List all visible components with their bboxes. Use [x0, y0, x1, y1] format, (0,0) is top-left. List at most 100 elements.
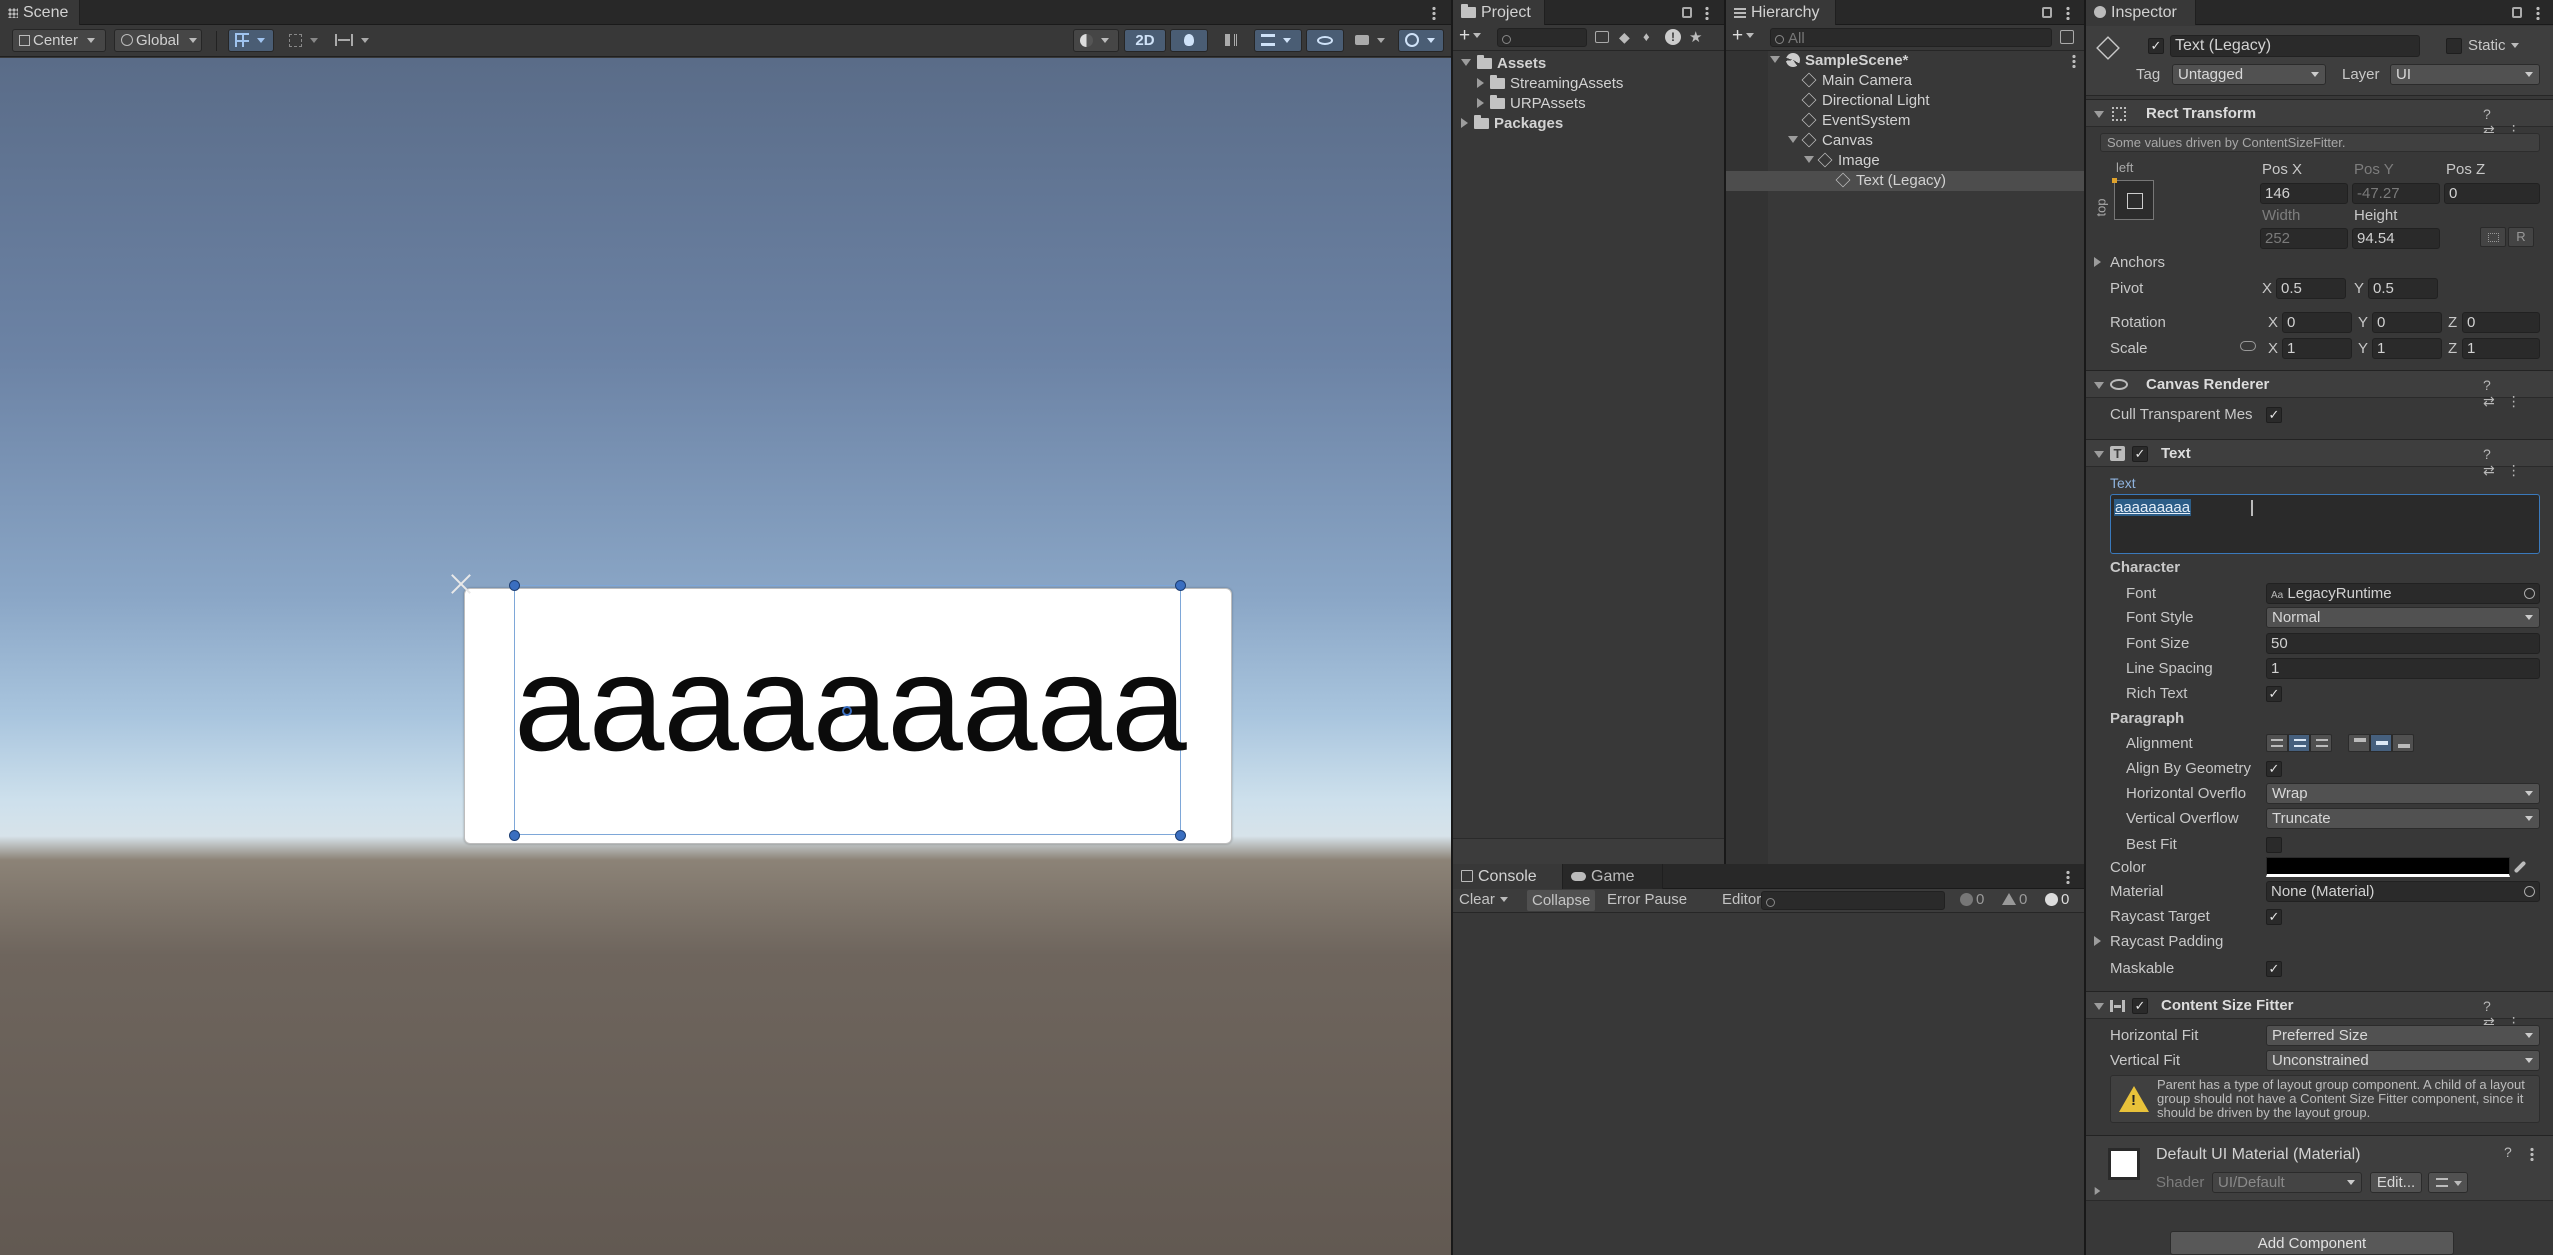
- lighting-toggle-button[interactable]: [1170, 29, 1208, 52]
- alignment-middle-button[interactable]: [2370, 734, 2392, 752]
- alignment-center-button[interactable]: [2288, 734, 2310, 752]
- tree-item-packages[interactable]: Packages: [1461, 114, 1563, 134]
- tree-item-streamingassets[interactable]: StreamingAssets: [1477, 74, 1623, 94]
- tab-inspector[interactable]: Inspector: [2086, 0, 2196, 25]
- rich-text-checkbox[interactable]: ✓: [2266, 686, 2282, 702]
- lock-icon[interactable]: [2512, 7, 2522, 18]
- tree-item-canvas[interactable]: Canvas: [1788, 131, 1873, 151]
- grid-snap-button[interactable]: [228, 29, 274, 52]
- object-picker-icon[interactable]: [2524, 588, 2535, 599]
- alignment-bottom-button[interactable]: [2392, 734, 2414, 752]
- gizmos-button[interactable]: [1398, 29, 1444, 52]
- font-size-field[interactable]: 50: [2266, 633, 2540, 654]
- font-style-dropdown[interactable]: Normal: [2266, 607, 2540, 628]
- anchor-icon[interactable]: [448, 572, 474, 598]
- tab-console[interactable]: Console: [1453, 864, 1563, 889]
- constrain-proportions-icon[interactable]: [2240, 341, 2256, 351]
- project-search-input[interactable]: [1497, 28, 1587, 47]
- lock-icon[interactable]: [2042, 7, 2052, 18]
- text-content-textarea[interactable]: aaaaaaaaa: [2110, 494, 2540, 554]
- component-header-icons[interactable]: ?⇄⋮: [2483, 377, 2543, 409]
- object-name-field[interactable]: Text (Legacy): [2170, 35, 2420, 57]
- space-mode-dropdown[interactable]: Global: [114, 29, 202, 52]
- v-overflow-dropdown[interactable]: Truncate: [2266, 808, 2540, 829]
- tree-item-image[interactable]: Image: [1804, 151, 1880, 171]
- add-asset-button[interactable]: +: [1459, 26, 1489, 47]
- raycast-padding-label[interactable]: Raycast Padding: [2110, 933, 2223, 950]
- tree-item-urpassets[interactable]: URPAssets: [1477, 94, 1586, 114]
- hidden-packages-icon[interactable]: !: [1665, 29, 1681, 45]
- rect-handle-top-left[interactable]: [509, 580, 520, 591]
- project-scrollbar[interactable]: [1453, 838, 1724, 864]
- raycast-target-checkbox[interactable]: ✓: [2266, 909, 2282, 925]
- warning-count-toggle[interactable]: 0: [2002, 889, 2027, 911]
- tab-hierarchy[interactable]: Hierarchy: [1726, 0, 1836, 25]
- h-overflow-dropdown[interactable]: Wrap: [2266, 783, 2540, 804]
- star-icon[interactable]: ★: [1689, 28, 1702, 46]
- component-header-icons[interactable]: ?⇄⋮: [2483, 106, 2543, 138]
- expand-arrow-icon[interactable]: [2094, 382, 2104, 389]
- pivot-x-field[interactable]: 0.5: [2276, 278, 2346, 299]
- align-by-geometry-checkbox[interactable]: ✓: [2266, 761, 2282, 777]
- search-by-label-icon[interactable]: ◆: [1619, 30, 1633, 44]
- tree-item-eventsystem[interactable]: EventSystem: [1801, 111, 1910, 131]
- layer-dropdown[interactable]: UI: [2390, 64, 2540, 85]
- increment-snap-button[interactable]: [282, 29, 322, 52]
- anchors-label[interactable]: Anchors: [2110, 254, 2165, 271]
- shader-options-button[interactable]: [2428, 1172, 2468, 1193]
- tag-dropdown[interactable]: Untagged: [2172, 64, 2326, 85]
- text-component-header[interactable]: T ✓ Text ?⇄⋮: [2086, 439, 2553, 478]
- best-fit-checkbox[interactable]: [2266, 837, 2282, 853]
- align-button[interactable]: [328, 29, 374, 52]
- v-fit-dropdown[interactable]: Unconstrained: [2266, 1050, 2540, 1071]
- alignment-right-button[interactable]: [2310, 734, 2332, 752]
- scale-x-field[interactable]: 1: [2282, 338, 2352, 359]
- camera-settings-button[interactable]: [1348, 29, 1394, 52]
- material-collapsed-arrow-icon[interactable]: [2094, 1187, 2101, 1195]
- rot-y-field[interactable]: 0: [2372, 312, 2442, 333]
- anchor-preset-button[interactable]: left top: [2094, 160, 2156, 228]
- rect-handle-top-right[interactable]: [1175, 580, 1186, 591]
- error-pause-button[interactable]: Error Pause: [1607, 889, 1687, 911]
- rect-transform-header[interactable]: Rect Transform ?⇄⋮: [2086, 99, 2553, 138]
- audio-toggle-button[interactable]: [1212, 29, 1250, 52]
- static-dropdown[interactable]: Static: [2468, 37, 2519, 54]
- line-spacing-field[interactable]: 1: [2266, 658, 2540, 679]
- scale-z-field[interactable]: 1: [2462, 338, 2540, 359]
- console-search-input[interactable]: [1761, 891, 1945, 910]
- inspector-menu-icon[interactable]: [2536, 6, 2540, 20]
- error-count-toggle[interactable]: 0: [2045, 889, 2069, 911]
- collapse-button[interactable]: Collapse: [1527, 890, 1596, 911]
- console-log-area[interactable]: [1453, 914, 2084, 1255]
- 2d-toggle-button[interactable]: 2D: [1124, 29, 1166, 52]
- static-checkbox[interactable]: [2446, 38, 2462, 54]
- eyedropper-icon[interactable]: [2513, 860, 2527, 874]
- edit-shader-button[interactable]: Edit...: [2370, 1172, 2422, 1193]
- scene-viewport[interactable]: aaaaaaaaa: [0, 58, 1451, 1255]
- alignment-top-button[interactable]: [2348, 734, 2370, 752]
- posx-field[interactable]: 146: [2260, 183, 2348, 204]
- anchor-preset-icon[interactable]: [2112, 178, 2154, 220]
- add-object-button[interactable]: +: [1732, 26, 1762, 47]
- tree-item-assets[interactable]: Assets: [1461, 54, 1546, 74]
- pivot-mode-dropdown[interactable]: Center: [12, 29, 106, 52]
- material-object-field[interactable]: None (Material): [2266, 881, 2540, 902]
- effects-button[interactable]: [1254, 29, 1302, 52]
- search-by-type-icon[interactable]: [1595, 31, 1609, 43]
- shading-mode-button[interactable]: [1073, 29, 1119, 52]
- help-icon[interactable]: ?: [2504, 1144, 2512, 1160]
- expand-arrow-icon[interactable]: [2094, 451, 2104, 458]
- raycast-padding-collapsed-arrow-icon[interactable]: [2094, 936, 2101, 946]
- tab-game[interactable]: Game: [1563, 864, 1663, 889]
- console-menu-icon[interactable]: [2066, 870, 2070, 884]
- info-count-toggle[interactable]: 0: [1960, 889, 1984, 911]
- object-picker-icon[interactable]: [2524, 886, 2535, 897]
- rot-x-field[interactable]: 0: [2282, 312, 2352, 333]
- hierarchy-search-input[interactable]: All: [1770, 28, 2052, 47]
- anchors-collapsed-arrow-icon[interactable]: [2094, 257, 2101, 267]
- height-field[interactable]: 94.54: [2352, 228, 2440, 249]
- tree-item-text-legacy[interactable]: Text (Legacy): [1835, 171, 1946, 191]
- material-menu-icon[interactable]: [2530, 1147, 2534, 1161]
- canvas-renderer-header[interactable]: Canvas Renderer ?⇄⋮: [2086, 370, 2553, 409]
- raw-edit-button[interactable]: R: [2508, 227, 2534, 247]
